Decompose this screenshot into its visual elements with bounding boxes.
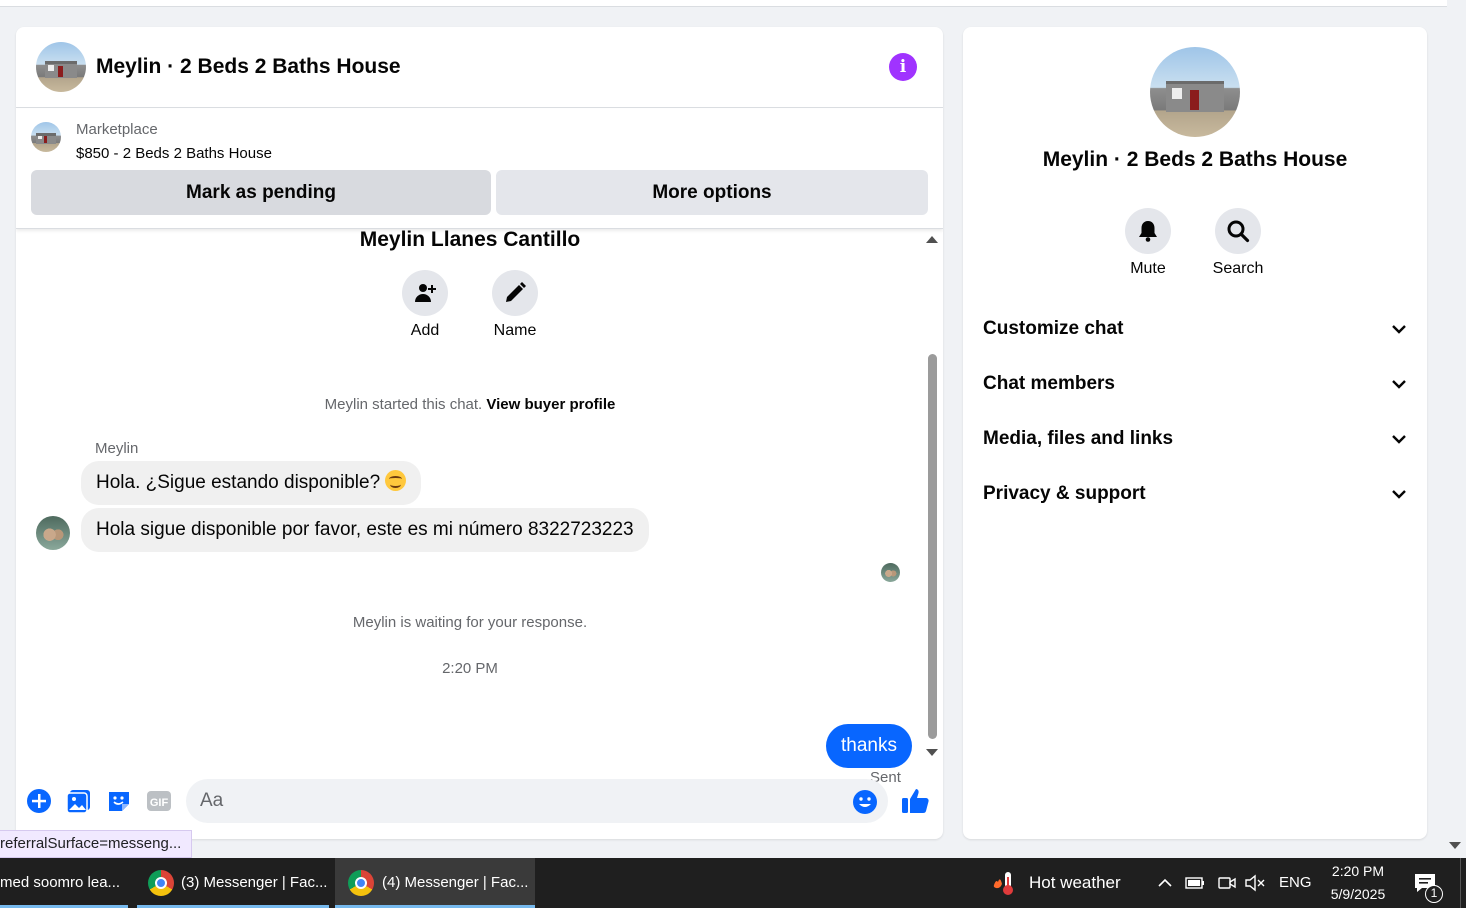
- chrome-icon: [148, 870, 174, 896]
- section-label: Privacy & support: [983, 483, 1146, 504]
- chat-panel: Meylin · 2 Beds 2 Baths House i Marketpl…: [16, 27, 943, 839]
- customize-chat-section[interactable]: Customize chat: [983, 309, 1407, 349]
- sender-name: Meylin: [95, 440, 139, 457]
- thumbs-up-icon[interactable]: [900, 786, 930, 816]
- name-label: Name: [493, 322, 537, 339]
- pencil-icon: [506, 282, 526, 302]
- chevron-down-icon: [1392, 435, 1406, 444]
- message-thread: Meylin Llanes Cantillo Add Name Meylin s…: [16, 228, 943, 786]
- clock-time[interactable]: 2:20 PM: [1320, 863, 1396, 879]
- contact-name: Meylin Llanes Cantillo: [359, 228, 581, 251]
- profile-avatar[interactable]: [1150, 47, 1240, 137]
- photo-icon[interactable]: [66, 788, 92, 814]
- incoming-message[interactable]: Hola sigue disponible por favor, este es…: [81, 508, 649, 552]
- chrome-icon: [348, 870, 374, 896]
- chat-title[interactable]: Meylin · 2 Beds 2 Baths House: [96, 55, 401, 79]
- battery-icon[interactable]: [1185, 874, 1205, 892]
- scrollbar-thumb[interactable]: [928, 354, 937, 739]
- page-scroll-down-icon[interactable]: [1449, 842, 1461, 849]
- section-label: Chat members: [983, 373, 1115, 394]
- message-input[interactable]: [186, 779, 888, 823]
- speaker-muted-icon[interactable]: [1244, 873, 1266, 893]
- show-desktop-button[interactable]: [1460, 858, 1466, 908]
- gif-icon[interactable]: GIF: [146, 788, 172, 814]
- name-button[interactable]: [492, 270, 538, 316]
- chat-members-section[interactable]: Chat members: [983, 364, 1407, 404]
- thermometer-icon[interactable]: [990, 869, 1018, 897]
- incoming-message[interactable]: Hola. ¿Sigue estando disponible?: [81, 461, 422, 505]
- message-text: Hola sigue disponible por favor, este es…: [96, 519, 634, 540]
- search-label: Search: [1212, 260, 1264, 277]
- taskbar-item-active[interactable]: (4) Messenger | Fac...: [335, 858, 535, 908]
- privacy-support-section[interactable]: Privacy & support: [983, 474, 1407, 514]
- scroll-up-arrow-icon[interactable]: [926, 236, 938, 243]
- meet-now-icon[interactable]: [1217, 873, 1237, 893]
- section-label: Customize chat: [983, 318, 1124, 339]
- add-person-icon: [415, 284, 436, 302]
- sticker-icon[interactable]: [106, 788, 132, 814]
- taskbar-item[interactable]: med soomro lea...: [0, 858, 128, 908]
- message-composer: GIF: [16, 770, 943, 839]
- view-buyer-profile-link[interactable]: View buyer profile: [486, 396, 615, 413]
- more-options-button[interactable]: More options: [496, 170, 928, 215]
- chat-avatar[interactable]: [36, 42, 86, 92]
- add-label: Add: [410, 322, 440, 339]
- outgoing-message[interactable]: thanks: [826, 724, 912, 768]
- plus-circle-icon[interactable]: [26, 788, 52, 814]
- mute-button[interactable]: [1125, 208, 1171, 254]
- chat-started-notice: Meylin started this chat. View buyer pro…: [16, 396, 924, 413]
- add-person-button[interactable]: [402, 270, 448, 316]
- clock-date[interactable]: 5/9/2025: [1320, 886, 1396, 902]
- mute-label: Mute: [1130, 260, 1166, 277]
- listing-thumbnail[interactable]: [31, 122, 61, 152]
- windows-taskbar: med soomro lea... (3) Messenger | Fac...…: [0, 858, 1466, 908]
- chevron-down-icon: [1392, 325, 1406, 334]
- bell-icon: [1139, 221, 1157, 242]
- taskbar-item-label: med soomro lea...: [0, 874, 121, 891]
- chevron-down-icon: [1392, 490, 1406, 499]
- weather-text[interactable]: Hot weather: [1029, 858, 1121, 908]
- read-receipt-avatar: [881, 563, 900, 582]
- scroll-down-arrow-icon[interactable]: [926, 749, 938, 756]
- mark-as-pending-button[interactable]: Mark as pending: [31, 170, 491, 215]
- waiting-notice: Meylin is waiting for your response.: [352, 614, 588, 631]
- search-icon: [1227, 220, 1250, 243]
- marketplace-bar: Marketplace $850 - 2 Beds 2 Baths House …: [16, 109, 943, 229]
- svg-text:GIF: GIF: [150, 797, 169, 809]
- listing-title[interactable]: $850 - 2 Beds 2 Baths House: [76, 145, 272, 162]
- chevron-down-icon: [1392, 380, 1406, 389]
- taskbar-item[interactable]: (3) Messenger | Fac...: [137, 858, 329, 908]
- sender-avatar[interactable]: [36, 516, 70, 550]
- status-url-tooltip: referralSurface=messeng...: [0, 830, 193, 858]
- browser-top-strip: [0, 0, 1447, 7]
- taskbar-item-label: (3) Messenger | Fac...: [181, 874, 328, 891]
- emoji-icon[interactable]: [852, 789, 878, 815]
- chat-header: Meylin · 2 Beds 2 Baths House i: [16, 27, 943, 108]
- chevron-up-icon[interactable]: [1157, 875, 1173, 891]
- info-icon[interactable]: i: [889, 53, 917, 81]
- conversation-info-panel: Meylin · 2 Beds 2 Baths House Mute Searc…: [963, 27, 1427, 839]
- taskbar-item-label: (4) Messenger | Fac...: [382, 874, 529, 891]
- search-button[interactable]: [1215, 208, 1261, 254]
- notification-count-badge: 1: [1425, 885, 1443, 903]
- language-indicator[interactable]: ENG: [1279, 858, 1312, 908]
- message-timestamp: 2:20 PM: [442, 660, 498, 677]
- section-label: Media, files and links: [983, 428, 1174, 449]
- media-files-links-section[interactable]: Media, files and links: [983, 419, 1407, 459]
- profile-name: Meylin · 2 Beds 2 Baths House: [1042, 148, 1348, 171]
- chat-started-text: Meylin started this chat.: [324, 396, 483, 413]
- smiling-face-emoji-icon: [385, 470, 407, 491]
- marketplace-label: Marketplace: [76, 121, 158, 138]
- message-text: Hola. ¿Sigue estando disponible?: [96, 472, 381, 493]
